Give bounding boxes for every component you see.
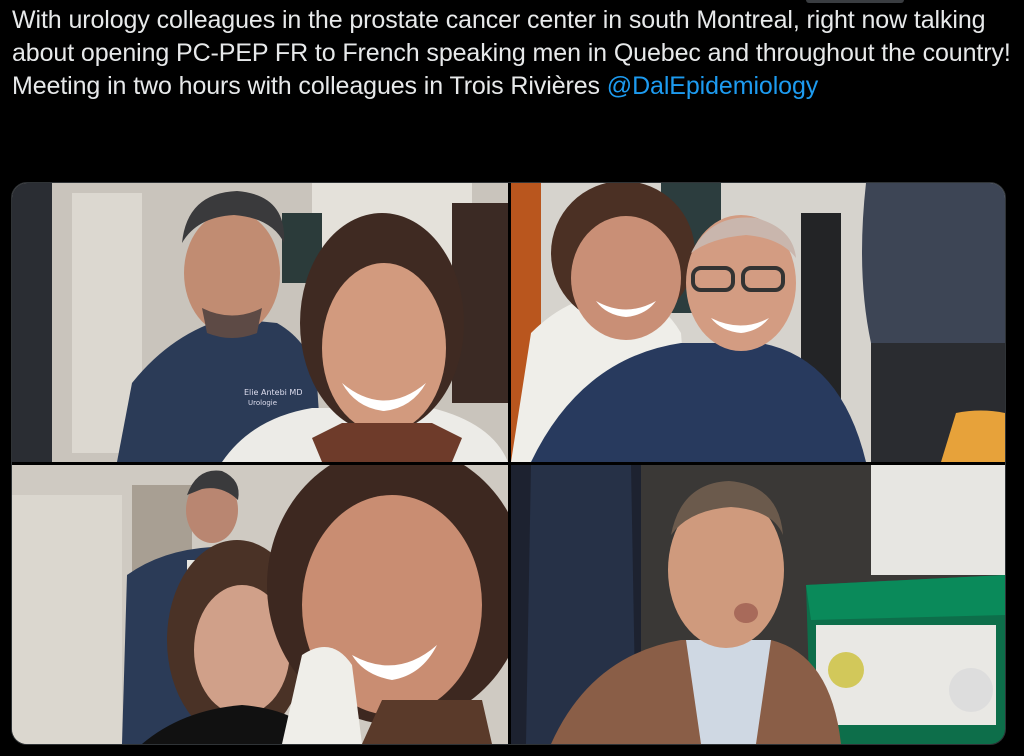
photo-1-image: Elie Antebi MD Urologie: [12, 183, 508, 462]
photo-2[interactable]: [511, 183, 1005, 462]
photo-3-image: [12, 465, 508, 744]
media-grid: Elie Antebi MD Urologie: [11, 182, 1006, 745]
top-menu-sliver: [806, 0, 904, 3]
mention-link[interactable]: @DalEpidemiology: [607, 72, 818, 100]
photo-1[interactable]: Elie Antebi MD Urologie: [12, 183, 508, 462]
tweet-body: With urology colleagues in the prostate …: [12, 6, 1011, 100]
photo-2-image: [511, 183, 1005, 462]
svg-text:Elie Antebi MD: Elie Antebi MD: [244, 388, 302, 397]
photo-3[interactable]: [12, 465, 508, 744]
svg-text:Urologie: Urologie: [248, 399, 277, 407]
photo-4[interactable]: [511, 465, 1005, 744]
tweet-text: With urology colleagues in the prostate …: [12, 4, 1012, 103]
photo-4-image: [511, 465, 1005, 744]
